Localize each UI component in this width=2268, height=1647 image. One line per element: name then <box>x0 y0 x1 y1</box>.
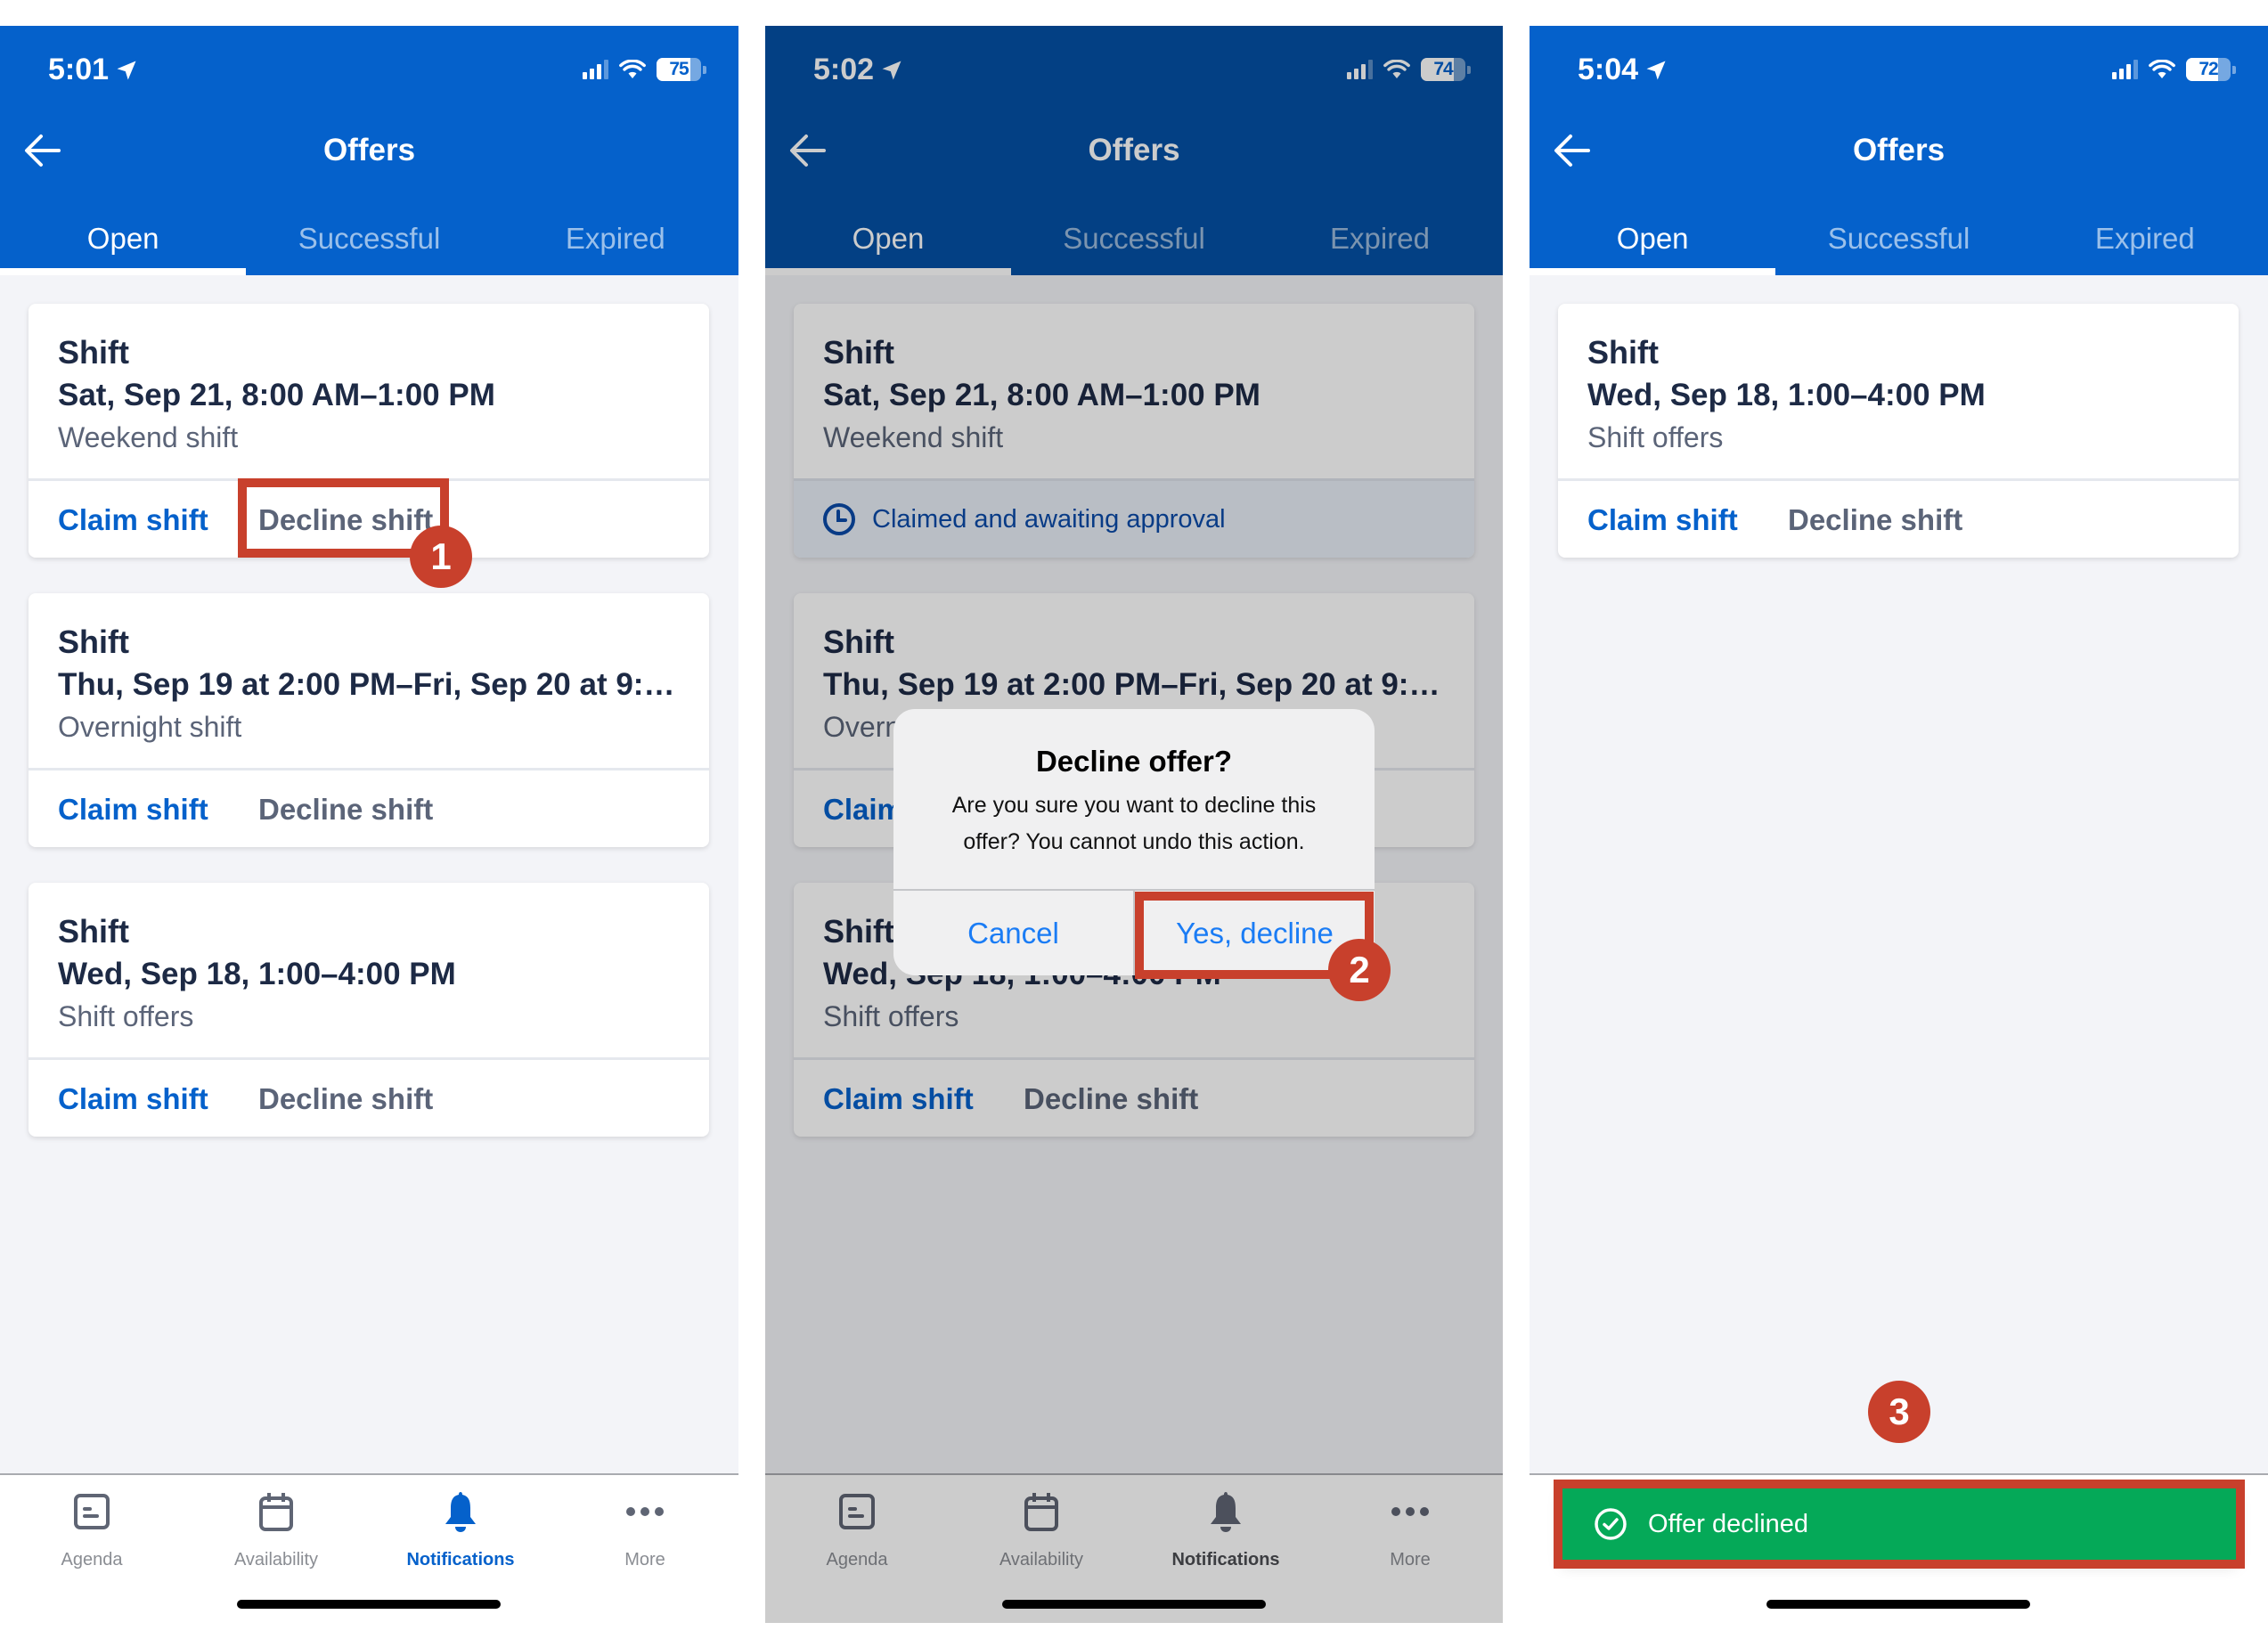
cancel-button[interactable]: Cancel <box>893 891 1133 975</box>
cellular-signal-icon <box>583 60 608 79</box>
annotation-step-badge: 2 <box>1328 939 1391 1001</box>
annotation-step-badge: 1 <box>410 526 472 588</box>
card-actions: Claim shift Decline shift <box>29 1057 709 1137</box>
battery-percent: 75 <box>669 59 689 79</box>
claim-shift-button[interactable]: Claim shift <box>58 1082 208 1116</box>
tabbar-label: More <box>624 1550 665 1570</box>
decline-shift-button[interactable]: Decline shift <box>1788 503 1962 537</box>
wifi-icon <box>619 60 646 78</box>
decline-shift-button[interactable]: Decline shift <box>258 1082 433 1116</box>
tabbar-label: Notifications <box>406 1550 515 1570</box>
location-arrow-icon <box>1646 61 1666 79</box>
tab-successful[interactable]: Successful <box>246 209 492 275</box>
card-title: Shift <box>58 624 129 660</box>
phone-screen-step-2: 5:02 74 Offers Open Successful Expired S… <box>765 26 1503 1623</box>
annotation-step-badge: 3 <box>1868 1381 1930 1443</box>
calendar-icon <box>259 1493 293 1531</box>
offer-tabs: Open Successful Expired <box>1530 209 2268 275</box>
location-arrow-icon <box>117 61 136 79</box>
more-icon <box>626 1507 664 1516</box>
tabbar-item-more[interactable]: More <box>556 1489 734 1570</box>
claim-shift-button[interactable]: Claim shift <box>58 793 208 827</box>
cellular-signal-icon <box>2112 60 2138 79</box>
status-bar-indicators: 72 <box>2112 58 2236 81</box>
card-date: Thu, Sep 19 at 2:00 PM–Fri, Sep 20 at 9:… <box>58 667 682 702</box>
battery-icon: 72 <box>2186 58 2231 81</box>
phone-screen-step-3: 5:04 72 Offers Open Successful Expired S… <box>1530 26 2268 1623</box>
card-title: Shift <box>1587 334 1659 371</box>
tabbar-label: Agenda <box>61 1550 123 1570</box>
card-subtitle: Shift offers <box>58 1000 194 1032</box>
status-bar-time: 5:01 <box>48 53 139 87</box>
tabbar-item-notifications[interactable]: Notifications <box>371 1489 550 1570</box>
battery-icon: 75 <box>657 58 701 81</box>
card-actions: Claim shift Decline shift <box>29 768 709 847</box>
tab-expired[interactable]: Expired <box>493 209 738 275</box>
dialog-title: Decline offer? <box>1035 745 1233 778</box>
card-date: Sat, Sep 21, 8:00 AM–1:00 PM <box>58 378 495 412</box>
card-title: Shift <box>58 913 129 950</box>
card-date: Wed, Sep 18, 1:00–4:00 PM <box>1587 378 1986 412</box>
tab-open[interactable]: Open <box>0 209 247 275</box>
card-title: Shift <box>58 334 129 371</box>
app-header: 5:01 75 Offers Open Successful Expired <box>0 26 738 275</box>
wifi-icon <box>2149 60 2175 78</box>
card-subtitle: Overnight shift <box>58 711 242 743</box>
page-title: Offers <box>322 133 416 167</box>
card-date: Wed, Sep 18, 1:00–4:00 PM <box>58 957 456 991</box>
tabbar-item-agenda[interactable]: Agenda <box>3 1489 181 1570</box>
page-title: Offers <box>1852 133 1946 167</box>
tab-open[interactable]: Open <box>1530 209 1776 275</box>
phone-screen-step-1: 5:01 75 Offers Open Successful Expired S… <box>0 26 738 1623</box>
tabbar-label: Availability <box>233 1550 319 1570</box>
home-indicator <box>237 1600 501 1609</box>
tabbar-item-availability[interactable]: Availability <box>187 1489 365 1570</box>
agenda-icon <box>74 1494 110 1529</box>
offer-tabs: Open Successful Expired <box>0 209 738 275</box>
home-indicator <box>1766 1600 2030 1609</box>
offer-card: Shift Wed, Sep 18, 1:00–4:00 PM Shift of… <box>1558 304 2239 558</box>
battery-percent: 72 <box>2199 59 2218 79</box>
bell-icon <box>445 1492 476 1532</box>
card-subtitle: Shift offers <box>1587 421 1724 453</box>
decline-shift-button[interactable]: Decline shift <box>258 793 433 827</box>
tab-successful[interactable]: Successful <box>1775 209 2021 275</box>
claim-shift-button[interactable]: Claim shift <box>1587 503 1738 537</box>
offer-card: Shift Thu, Sep 19 at 2:00 PM–Fri, Sep 20… <box>29 593 709 847</box>
tab-expired[interactable]: Expired <box>2022 209 2268 275</box>
time-text: 5:04 <box>1578 53 1639 86</box>
status-bar-time: 5:04 <box>1578 53 1668 87</box>
claim-shift-button[interactable]: Claim shift <box>58 503 208 537</box>
app-header: 5:04 72 Offers Open Successful Expired <box>1530 26 2268 275</box>
dialog-message: Are you sure you want to decline this of… <box>951 793 1317 854</box>
time-text: 5:01 <box>48 53 110 86</box>
card-subtitle: Weekend shift <box>58 421 239 453</box>
offer-card: Shift Wed, Sep 18, 1:00–4:00 PM Shift of… <box>29 883 709 1137</box>
annotation-highlight-box <box>1554 1480 2245 1569</box>
status-bar-indicators: 75 <box>583 58 706 81</box>
card-actions: Claim shift Decline shift <box>1558 478 2239 558</box>
